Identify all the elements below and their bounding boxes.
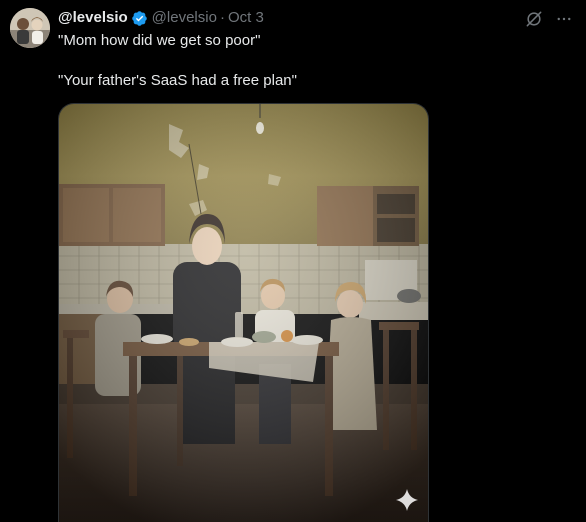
- separator-dot: ·: [219, 9, 225, 26]
- verified-badge-icon: [131, 10, 148, 27]
- tweet-text-line-1: "Mom how did we get so poor": [58, 32, 261, 49]
- display-name[interactable]: @levelsio: [58, 9, 128, 27]
- more-options-icon[interactable]: [554, 9, 574, 29]
- tweet-actions-top: [524, 9, 574, 29]
- tweet-date[interactable]: Oct 3: [228, 9, 264, 27]
- tweet-text-line-2: "Your father's SaaS had a free plan": [58, 72, 297, 89]
- avatar[interactable]: [10, 8, 50, 48]
- tweet[interactable]: @levelsio @levelsio · Oct 3 "Mom how did…: [0, 0, 586, 522]
- tweet-text: "Mom how did we get so poor" "Your fathe…: [58, 31, 568, 91]
- tweet-header: @levelsio @levelsio · Oct 3: [58, 9, 264, 27]
- tweet-image[interactable]: [58, 103, 429, 522]
- user-handle[interactable]: @levelsio: [152, 9, 217, 27]
- grok-icon[interactable]: [524, 9, 544, 29]
